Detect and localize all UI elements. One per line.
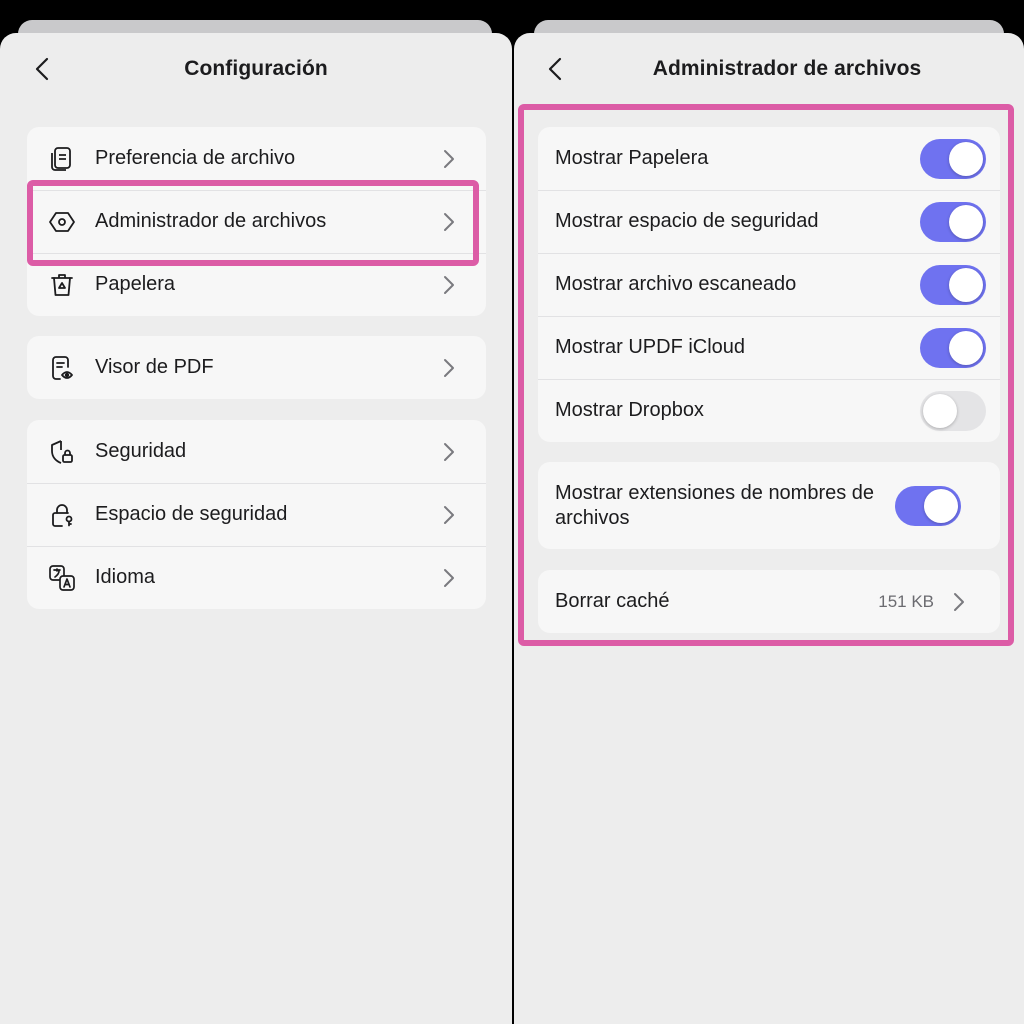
- lock-key-icon: [47, 500, 77, 530]
- settings-item-file-preference[interactable]: Preferencia de archivo: [27, 127, 486, 190]
- show-trash-toggle[interactable]: [920, 138, 986, 179]
- toggle-label: Mostrar archivo escaneado: [555, 273, 797, 295]
- trash-icon: [47, 270, 77, 300]
- chevron-right-icon: [438, 504, 460, 526]
- settings-group-viewer: Visor de PDF: [27, 336, 486, 399]
- shield-lock-icon: [47, 437, 77, 467]
- show-icloud-toggle[interactable]: [920, 327, 986, 368]
- show-extensions-toggle[interactable]: [895, 485, 961, 526]
- toggle-row-icloud: Mostrar UPDF iCloud: [538, 316, 1000, 379]
- settings-item-label: Papelera: [95, 273, 176, 295]
- toggle-knob: [923, 393, 957, 428]
- toggle-knob: [924, 488, 958, 523]
- toggle-knob: [949, 330, 983, 365]
- chevron-right-icon: [438, 211, 460, 233]
- translate-icon: [47, 563, 77, 593]
- toggle-label: Mostrar espacio de seguridad: [555, 210, 819, 232]
- toggle-label: Mostrar UPDF iCloud: [555, 336, 746, 358]
- page-title: Configuración: [184, 57, 328, 80]
- chevron-right-icon: [438, 148, 460, 170]
- hexagon-gear-icon: [47, 207, 77, 237]
- toggle-row-extensions: Mostrar extensiones de nombres de archiv…: [538, 462, 1000, 549]
- cache-group: Borrar caché 151 KB: [538, 570, 1000, 633]
- settings-group-files: Preferencia de archivo Administrador de …: [27, 127, 486, 316]
- show-secure-space-toggle[interactable]: [920, 201, 986, 242]
- page-title: Administrador de archivos: [652, 57, 922, 80]
- settings-item-language[interactable]: Idioma: [27, 546, 486, 609]
- toggle-row-scanned: Mostrar archivo escaneado: [538, 253, 1000, 316]
- settings-item-secure-space[interactable]: Espacio de seguridad: [27, 483, 486, 546]
- toggle-label: Mostrar Dropbox: [555, 399, 704, 421]
- toggle-row-dropbox: Mostrar Dropbox: [538, 379, 1000, 442]
- settings-item-label: Administrador de archivos: [95, 210, 327, 232]
- settings-item-label: Idioma: [95, 566, 156, 588]
- chevron-right-icon: [438, 274, 460, 296]
- document-eye-icon: [47, 353, 77, 383]
- toggle-row-secure-space: Mostrar espacio de seguridad: [538, 190, 1000, 253]
- settings-item-label: Visor de PDF: [95, 356, 214, 378]
- toggle-knob: [949, 141, 983, 176]
- toggle-label: Mostrar Papelera: [555, 147, 709, 169]
- chevron-right-icon: [438, 357, 460, 379]
- show-scanned-toggle[interactable]: [920, 264, 986, 305]
- settings-panel: Configuración Preferencia de archivo Adm…: [0, 33, 512, 1024]
- settings-item-trash[interactable]: Papelera: [27, 253, 486, 316]
- clear-cache-label: Borrar caché: [555, 590, 670, 612]
- clear-cache-row[interactable]: Borrar caché 151 KB: [538, 570, 1000, 633]
- settings-item-pdf-viewer[interactable]: Visor de PDF: [27, 336, 486, 399]
- file-manager-panel: Administrador de archivos Mostrar Papele…: [514, 33, 1024, 1024]
- toggle-row-trash: Mostrar Papelera: [538, 127, 1000, 190]
- settings-group-security: Seguridad Espacio de seguridad Idioma: [27, 420, 486, 609]
- cache-size: 151 KB: [878, 591, 934, 611]
- settings-item-label: Espacio de seguridad: [95, 503, 288, 525]
- settings-item-file-manager[interactable]: Administrador de archivos: [27, 190, 486, 253]
- chevron-right-icon: [438, 441, 460, 463]
- chevron-right-icon: [438, 567, 460, 589]
- toggle-label: Mostrar extensiones de nombres de archiv…: [555, 481, 875, 529]
- show-dropbox-toggle[interactable]: [920, 390, 986, 431]
- toggle-knob: [949, 204, 983, 239]
- settings-item-label: Preferencia de archivo: [95, 147, 296, 169]
- settings-item-label: Seguridad: [95, 440, 187, 462]
- settings-item-security[interactable]: Seguridad: [27, 420, 486, 483]
- toggle-group-extensions: Mostrar extensiones de nombres de archiv…: [538, 462, 1000, 549]
- toggle-knob: [949, 267, 983, 302]
- toggle-group-visibility: Mostrar Papelera Mostrar espacio de segu…: [538, 127, 1000, 442]
- document-stack-icon: [47, 144, 77, 174]
- chevron-right-icon: [948, 591, 970, 613]
